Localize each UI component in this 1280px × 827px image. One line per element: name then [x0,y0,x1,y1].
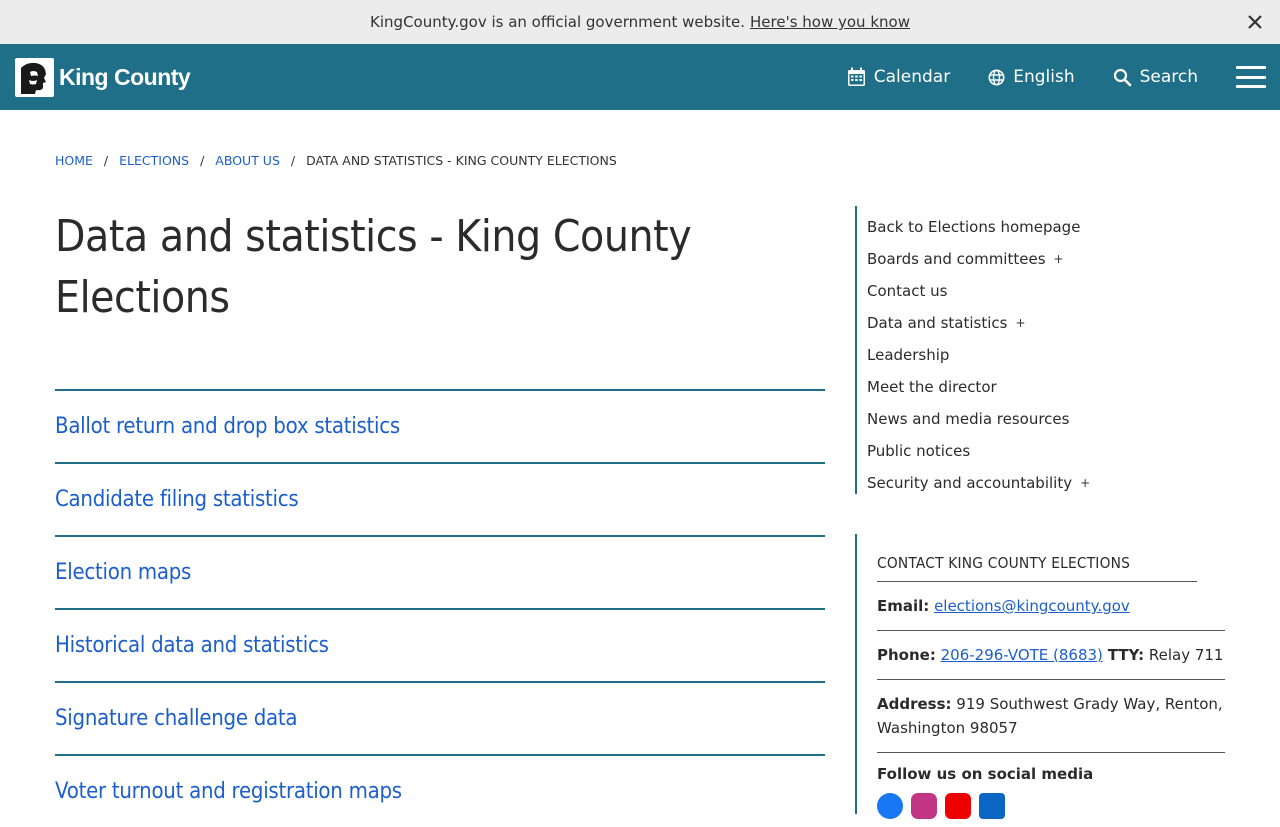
sidebar-item-label: Meet the director [867,378,997,396]
email-label: Email: [877,597,930,615]
header-actions: Calendar English Search [809,66,1266,88]
contact-phone-row: Phone: 206-296-VOTE (8683) TTY: Relay 71… [877,631,1225,680]
sidebar-item-label: Leadership [867,346,950,364]
breadcrumb-separator: / [200,153,205,168]
contact-title: CONTACT KING COUNTY ELECTIONS [877,554,1198,582]
breadcrumb-elections[interactable]: ELECTIONS [119,153,189,168]
king-county-logo-icon [15,57,54,97]
list-item: Voter turnout and registration maps [55,754,825,827]
menu-icon-bar [1236,75,1266,79]
sidebar-item-public-notices[interactable]: Public notices [867,435,1225,467]
social-media-title: Follow us on social media [877,765,1094,783]
sidebar-item-label: Security and accountability [867,474,1073,492]
candidate-filing-link[interactable]: Candidate filing statistics [55,487,299,512]
historical-data-link[interactable]: Historical data and statistics [55,633,329,658]
breadcrumb-about-us[interactable]: ABOUT US [215,153,280,168]
data-links-list: Ballot return and drop box statistics Ca… [55,389,825,827]
contact-box: CONTACT KING COUNTY ELECTIONS Email: ele… [855,534,1225,819]
main-content: Data and statistics - King County Electi… [55,206,825,804]
sidebar-item-label: Boards and committees [867,250,1046,268]
sidebar-item-boards-and-committees[interactable]: Boards and committees + [867,243,1225,275]
king-county-logo-link[interactable]: King County [15,57,191,97]
list-item: Ballot return and drop box statistics [55,389,825,462]
contact-email-row: Email: elections@kingcounty.gov [877,582,1225,631]
sidebar-item-leadership[interactable]: Leadership [867,339,1225,371]
expand-plus-icon[interactable]: + [1080,476,1090,490]
facebook-icon[interactable] [877,793,903,819]
close-icon [1248,15,1262,29]
sidebar-item-security-and-accountability[interactable]: Security and accountability + [867,467,1225,499]
heres-how-you-know-link[interactable]: Here's how you know [750,13,910,31]
sidebar-item-label: Data and statistics [867,314,1008,332]
calendar-icon [847,67,865,86]
list-item: Signature challenge data [55,681,825,754]
calendar-label: Calendar [873,67,951,87]
language-selector[interactable]: English [988,67,1075,87]
close-banner-button[interactable] [1242,9,1268,35]
logo-text: King County [59,63,191,90]
linkedin-icon[interactable] [979,793,1005,819]
list-item: Historical data and statistics [55,608,825,681]
phone-link[interactable]: 206-296-VOTE (8683) [941,646,1103,664]
list-item: Election maps [55,535,825,608]
hamburger-menu-button[interactable] [1236,66,1266,88]
language-label: English [1013,67,1075,87]
election-maps-link[interactable]: Election maps [55,560,191,585]
breadcrumb-separator: / [290,153,296,168]
sidebar-item-label: Contact us [867,282,948,300]
list-item: Candidate filing statistics [55,462,825,535]
expand-plus-icon[interactable]: + [1015,316,1025,330]
youtube-icon[interactable] [945,793,971,819]
sidebar-item-data-and-statistics[interactable]: Data and statistics + [867,307,1225,339]
calendar-button[interactable]: Calendar [847,67,950,87]
sidebar-item-contact-us[interactable]: Contact us [867,275,1225,307]
contact-address-row: Address: 919 Southwest Grady Way, Renton… [877,680,1225,753]
sidebar-item-back-to-elections[interactable]: Back to Elections homepage [867,211,1225,243]
signature-challenge-link[interactable]: Signature challenge data [55,706,298,731]
menu-icon-bar [1236,66,1266,69]
phone-label: Phone: [877,646,936,664]
address-label: Address: [877,695,952,713]
breadcrumb-home[interactable]: HOME [55,153,93,168]
social-icons [877,793,1225,819]
sidebar-item-news-and-media[interactable]: News and media resources [867,403,1225,435]
site-header: King County Calendar English Search [0,44,1280,110]
page-title: Data and statistics - King County Electi… [55,206,748,328]
official-site-banner: KingCounty.gov is an official government… [0,0,1280,44]
instagram-icon[interactable] [911,793,937,819]
breadcrumb-separator: / [103,153,109,168]
sidebar-item-label: Public notices [867,442,971,460]
search-icon [1113,68,1131,86]
email-link[interactable]: elections@kingcounty.gov [934,597,1130,615]
sidebar-nav: Back to Elections homepage Boards and co… [855,206,1225,494]
breadcrumb-current: DATA AND STATISTICS - KING COUNTY ELECTI… [306,153,617,168]
tty-value: Relay 711 [1148,646,1224,664]
globe-icon [988,69,1005,85]
sidebar-item-label: News and media resources [867,410,1070,428]
sidebar-item-label: Back to Elections homepage [867,218,1081,236]
menu-icon-bar [1236,85,1266,88]
banner-text: KingCounty.gov is an official government… [370,13,745,31]
expand-plus-icon[interactable]: + [1054,252,1064,266]
voter-turnout-maps-link[interactable]: Voter turnout and registration maps [55,779,402,804]
tty-label: TTY: [1107,646,1145,664]
ballot-return-link[interactable]: Ballot return and drop box statistics [55,414,400,439]
search-label: Search [1139,67,1198,87]
page-title-line-2: Elections [55,272,230,323]
sidebar-item-meet-the-director[interactable]: Meet the director [867,371,1225,403]
search-button[interactable]: Search [1113,67,1198,87]
breadcrumb: HOME / ELECTIONS / ABOUT US / DATA AND S… [55,153,617,168]
page-title-line-1: Data and statistics - King County [55,211,692,262]
